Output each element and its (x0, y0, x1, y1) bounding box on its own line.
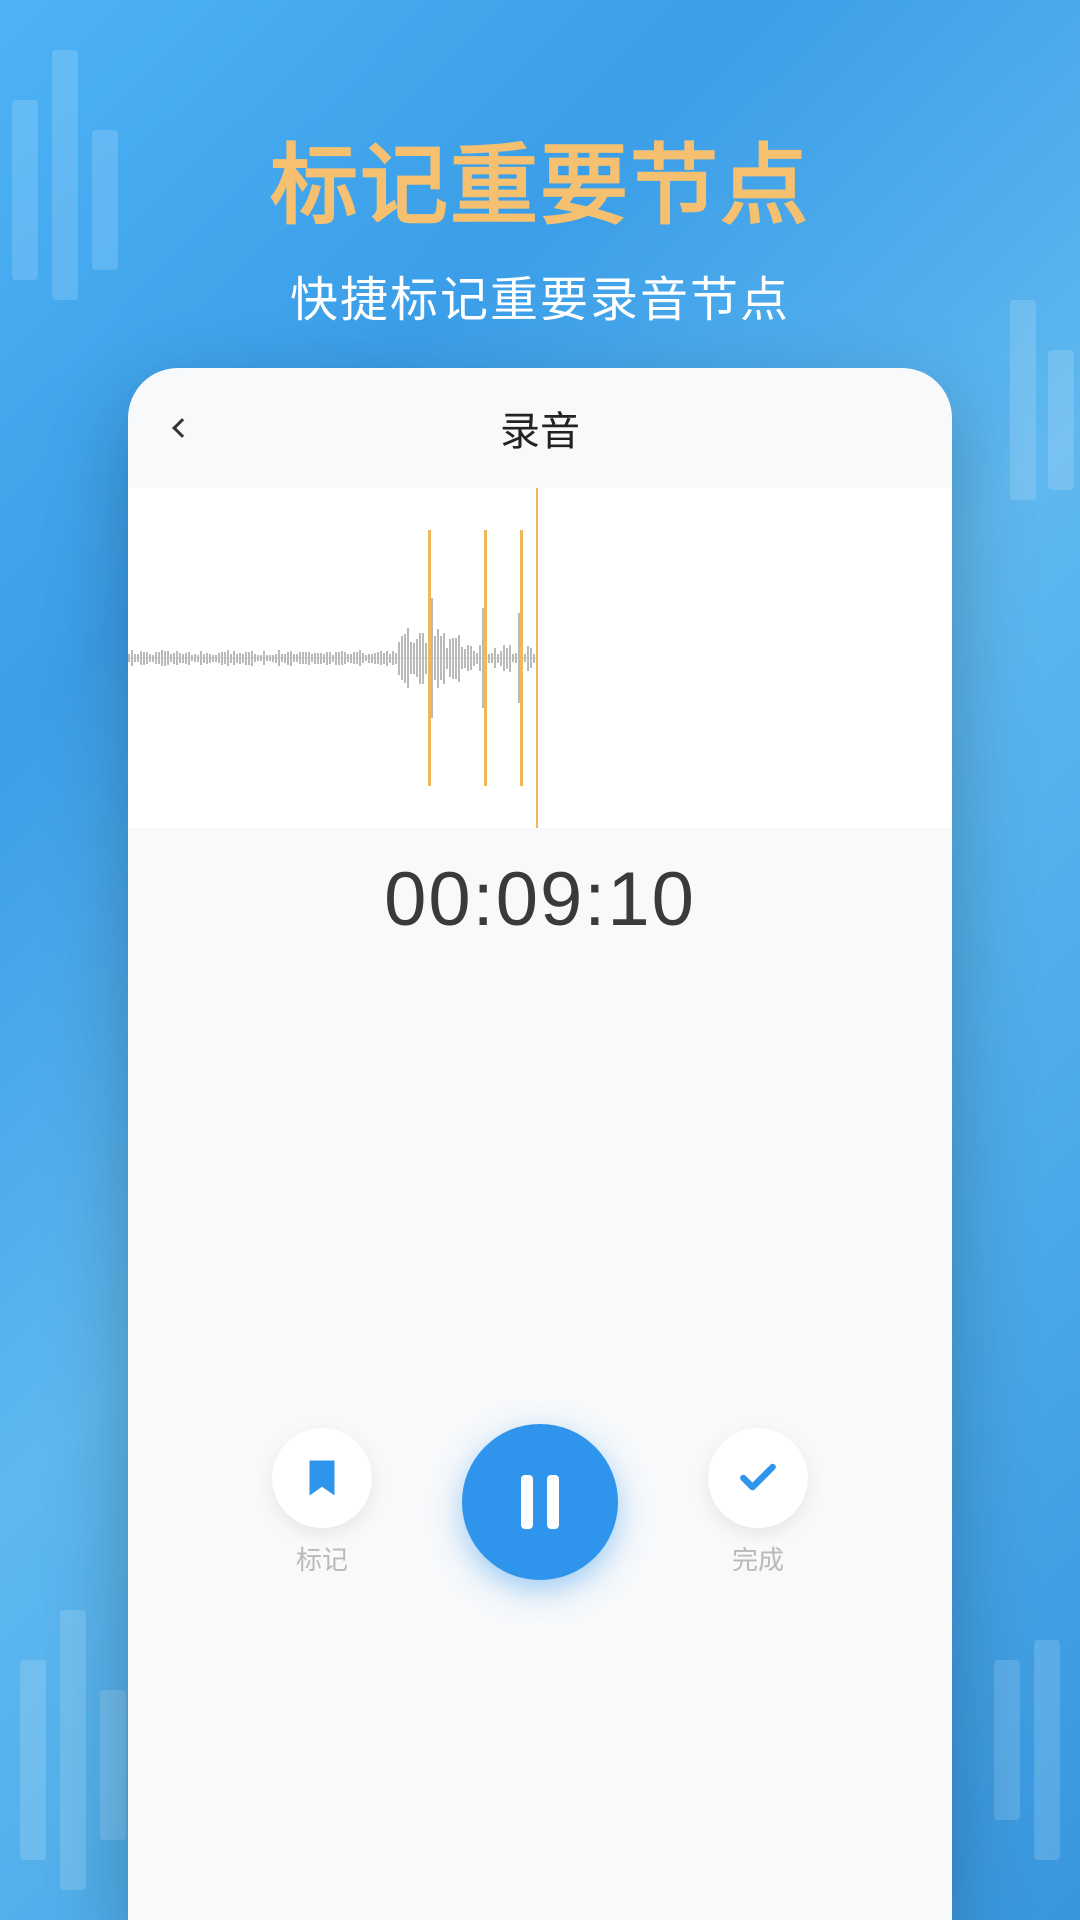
check-icon (736, 1456, 780, 1500)
done-control: 完成 (708, 1428, 808, 1577)
pause-button[interactable] (462, 1424, 618, 1580)
waveform-panel[interactable] (128, 488, 952, 828)
hero-section: 标记重要节点 快捷标记重要录音节点 (0, 0, 1080, 330)
mark-label: 标记 (296, 1540, 348, 1577)
screen-title: 录音 (128, 399, 952, 457)
mark-control: 标记 (272, 1428, 372, 1577)
pause-icon (521, 1475, 559, 1529)
hero-title: 标记重要节点 (0, 115, 1080, 242)
back-button[interactable] (162, 408, 202, 448)
mark-button[interactable] (272, 1428, 372, 1528)
app-header: 录音 (128, 368, 952, 488)
phone-mockup: 录音 00:09:10 标记 (128, 368, 952, 1920)
done-label: 完成 (732, 1540, 784, 1577)
waveform-bars (128, 598, 536, 718)
chevron-left-icon (172, 418, 192, 438)
hero-subtitle: 快捷标记重要录音节点 (0, 260, 1080, 330)
done-button[interactable] (708, 1428, 808, 1528)
playhead (536, 488, 538, 828)
bookmark-icon (307, 1458, 337, 1498)
marker-line (484, 530, 487, 786)
marker-line (520, 530, 523, 786)
recording-timer: 00:09:10 (128, 856, 952, 943)
marker-line (428, 530, 431, 786)
controls-bar: 标记 完成 (128, 1424, 952, 1580)
